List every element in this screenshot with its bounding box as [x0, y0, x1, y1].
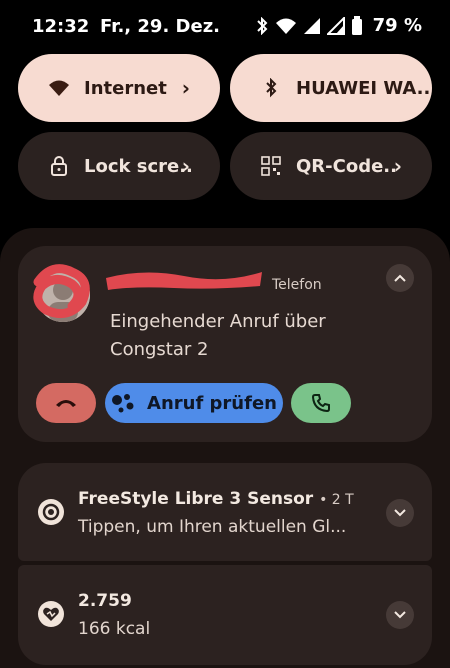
signal-icon	[326, 16, 345, 35]
chevron-right-icon: ›	[181, 76, 190, 100]
call-message: Eingehender Anruf über Congstar 2	[110, 308, 326, 364]
notification-time: • 2 T	[319, 492, 354, 508]
battery-icon	[351, 15, 362, 35]
sensor-icon	[38, 499, 64, 525]
notification-title: FreeStyle Libre 3 Sensor • 2 T	[78, 489, 354, 509]
chevron-down-icon	[394, 611, 406, 619]
heart-icon	[38, 601, 64, 627]
tile-bluetooth[interactable]: HUAWEI WA..	[230, 54, 432, 122]
chevron-right-icon: ›	[393, 154, 402, 178]
battery-percent: 79 %	[372, 15, 422, 36]
incoming-call-notification[interactable]: Telefon Eingehender Anruf über Congstar …	[18, 246, 432, 442]
bluetooth-icon	[260, 77, 282, 99]
hang-up-icon	[56, 400, 76, 407]
call-message-line1: Eingehender Anruf über	[110, 311, 326, 332]
tile-qr-code[interactable]: QR-Code.. ›	[230, 132, 432, 200]
status-icons: 79 %	[255, 15, 422, 36]
tile-label: Internet	[84, 77, 167, 99]
assistant-icon	[111, 392, 137, 414]
bluetooth-icon	[256, 16, 268, 35]
redacted-caller-name	[106, 272, 262, 290]
redaction-scribble	[33, 264, 90, 319]
notification-freestyle-libre[interactable]: FreeStyle Libre 3 Sensor • 2 T Tippen, u…	[18, 463, 432, 561]
app-name: Telefon	[272, 277, 322, 293]
notification-title-text: 2.759	[78, 591, 132, 611]
collapse-button[interactable]	[386, 264, 414, 292]
expand-button[interactable]	[386, 601, 414, 629]
lock-icon	[48, 155, 70, 177]
decline-call-button[interactable]	[36, 383, 96, 423]
chevron-up-icon	[394, 274, 406, 282]
tile-label: QR-Code..	[296, 155, 397, 177]
status-bar: 12:32 Fr., 29. Dez. 79 %	[0, 0, 450, 56]
date: Fr., 29. Dez.	[100, 16, 221, 37]
tile-lock-screen[interactable]: Lock scre.. ›	[18, 132, 220, 200]
clock: 12:32	[32, 16, 90, 37]
signal-icon	[303, 17, 320, 34]
phone-icon	[311, 394, 330, 413]
chevron-right-icon: ›	[181, 154, 190, 178]
notification-title: 2.759	[78, 591, 132, 611]
chevron-down-icon	[394, 509, 406, 517]
expand-button[interactable]	[386, 499, 414, 527]
notification-fitness[interactable]: 2.759 166 kcal	[18, 565, 432, 665]
call-message-line2: Congstar 2	[110, 339, 209, 360]
tile-label: HUAWEI WA..	[296, 77, 431, 99]
wifi-icon	[275, 18, 296, 34]
notification-body: 166 kcal	[78, 619, 151, 639]
qr-code-icon	[260, 155, 282, 177]
notification-title-text: FreeStyle Libre 3 Sensor	[78, 489, 314, 509]
accept-call-button[interactable]	[291, 383, 351, 423]
tile-label: Lock scre..	[84, 155, 193, 177]
notification-body: Tippen, um Ihren aktuellen Gl...	[78, 517, 347, 537]
screen-call-button[interactable]: Anruf prüfen	[105, 383, 283, 423]
tile-internet[interactable]: Internet ›	[18, 54, 220, 122]
screen-call-label: Anruf prüfen	[147, 392, 277, 414]
wifi-icon	[48, 77, 70, 99]
